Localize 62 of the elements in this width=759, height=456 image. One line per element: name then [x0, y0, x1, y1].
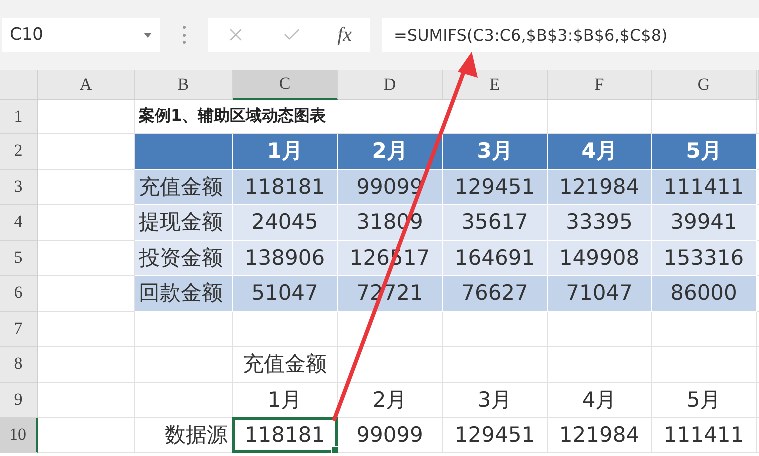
column-header[interactable]: G — [652, 70, 757, 100]
month-header: 2月 — [372, 138, 408, 166]
sheet-title: 案例1、辅助区域动态图表 — [139, 106, 326, 127]
row-header[interactable]: 4 — [0, 205, 38, 240]
value-cell[interactable]: 118181 — [233, 418, 338, 453]
month-label: 5月 — [686, 386, 722, 414]
row-header[interactable]: 1 — [0, 100, 38, 134]
column-header[interactable]: E — [443, 70, 548, 100]
table-cell: 149908 — [559, 246, 640, 270]
column-header[interactable]: D — [338, 70, 443, 100]
table-cell: 164691 — [454, 246, 536, 270]
value-cell[interactable]: 129451 — [443, 418, 548, 453]
row-header[interactable]: 3 — [0, 170, 38, 205]
cell-reference: C10 — [10, 25, 44, 45]
row-label: 充值金额 — [139, 174, 223, 201]
table-cell: 51047 — [252, 281, 318, 306]
month-header: 4月 — [582, 138, 618, 166]
month-header: 5月 — [686, 138, 722, 166]
row-label: 提现金额 — [139, 209, 223, 236]
table-cell: 76627 — [462, 281, 528, 306]
table-cell: 24045 — [252, 210, 318, 234]
month-label: 3月 — [478, 386, 512, 414]
formula-field[interactable]: =SUMIFS(C3:C6,$B$3:$B$6,$C$8) — [382, 18, 759, 52]
row-header[interactable]: 10 — [0, 418, 38, 453]
caret-icon[interactable] — [144, 32, 152, 38]
month-header: 1月 — [267, 138, 303, 166]
row-label: 回款金额 — [139, 280, 223, 308]
name-box[interactable]: C10 — [2, 18, 160, 52]
row-header[interactable]: 8 — [0, 347, 38, 382]
value-cell[interactable]: 99099 — [338, 418, 443, 453]
table-cell: 118181 — [244, 174, 326, 199]
row-header[interactable]: 7 — [0, 312, 38, 347]
value-cell[interactable]: 111411 — [652, 418, 757, 453]
table-cell: 153316 — [664, 246, 744, 270]
table-cell: 33395 — [566, 210, 633, 234]
source-label: 数据源 — [165, 422, 228, 449]
column-header[interactable]: A — [38, 70, 135, 100]
row-header[interactable]: 6 — [0, 276, 38, 312]
insert-function-button[interactable]: fx — [338, 24, 352, 46]
row-header[interactable]: 5 — [0, 240, 38, 276]
category-label: 充值金额 — [243, 351, 327, 378]
table-cell: 35617 — [462, 210, 528, 234]
table-cell: 39941 — [670, 210, 738, 234]
column-header[interactable]: F — [548, 70, 652, 100]
month-label: 4月 — [582, 386, 617, 414]
table-cell: 71047 — [566, 281, 633, 306]
value-cell[interactable]: 121984 — [548, 418, 652, 453]
month-header: 3月 — [477, 138, 513, 166]
row-header[interactable]: 2 — [0, 134, 38, 170]
month-label: 2月 — [372, 386, 408, 414]
row-header[interactable]: 9 — [0, 382, 38, 418]
column-header[interactable]: B — [135, 70, 233, 100]
table-cell: 129451 — [454, 174, 536, 199]
column-header[interactable]: C — [233, 70, 338, 100]
table-cell: 121984 — [559, 174, 640, 199]
table-cell: 138906 — [244, 246, 326, 270]
table-cell: 111411 — [664, 174, 744, 199]
month-label: 1月 — [268, 386, 302, 414]
row-label: 投资金额 — [139, 244, 223, 272]
select-all-corner[interactable] — [0, 70, 38, 100]
grip-icon — [182, 26, 186, 44]
table-cell: 86000 — [670, 281, 738, 306]
